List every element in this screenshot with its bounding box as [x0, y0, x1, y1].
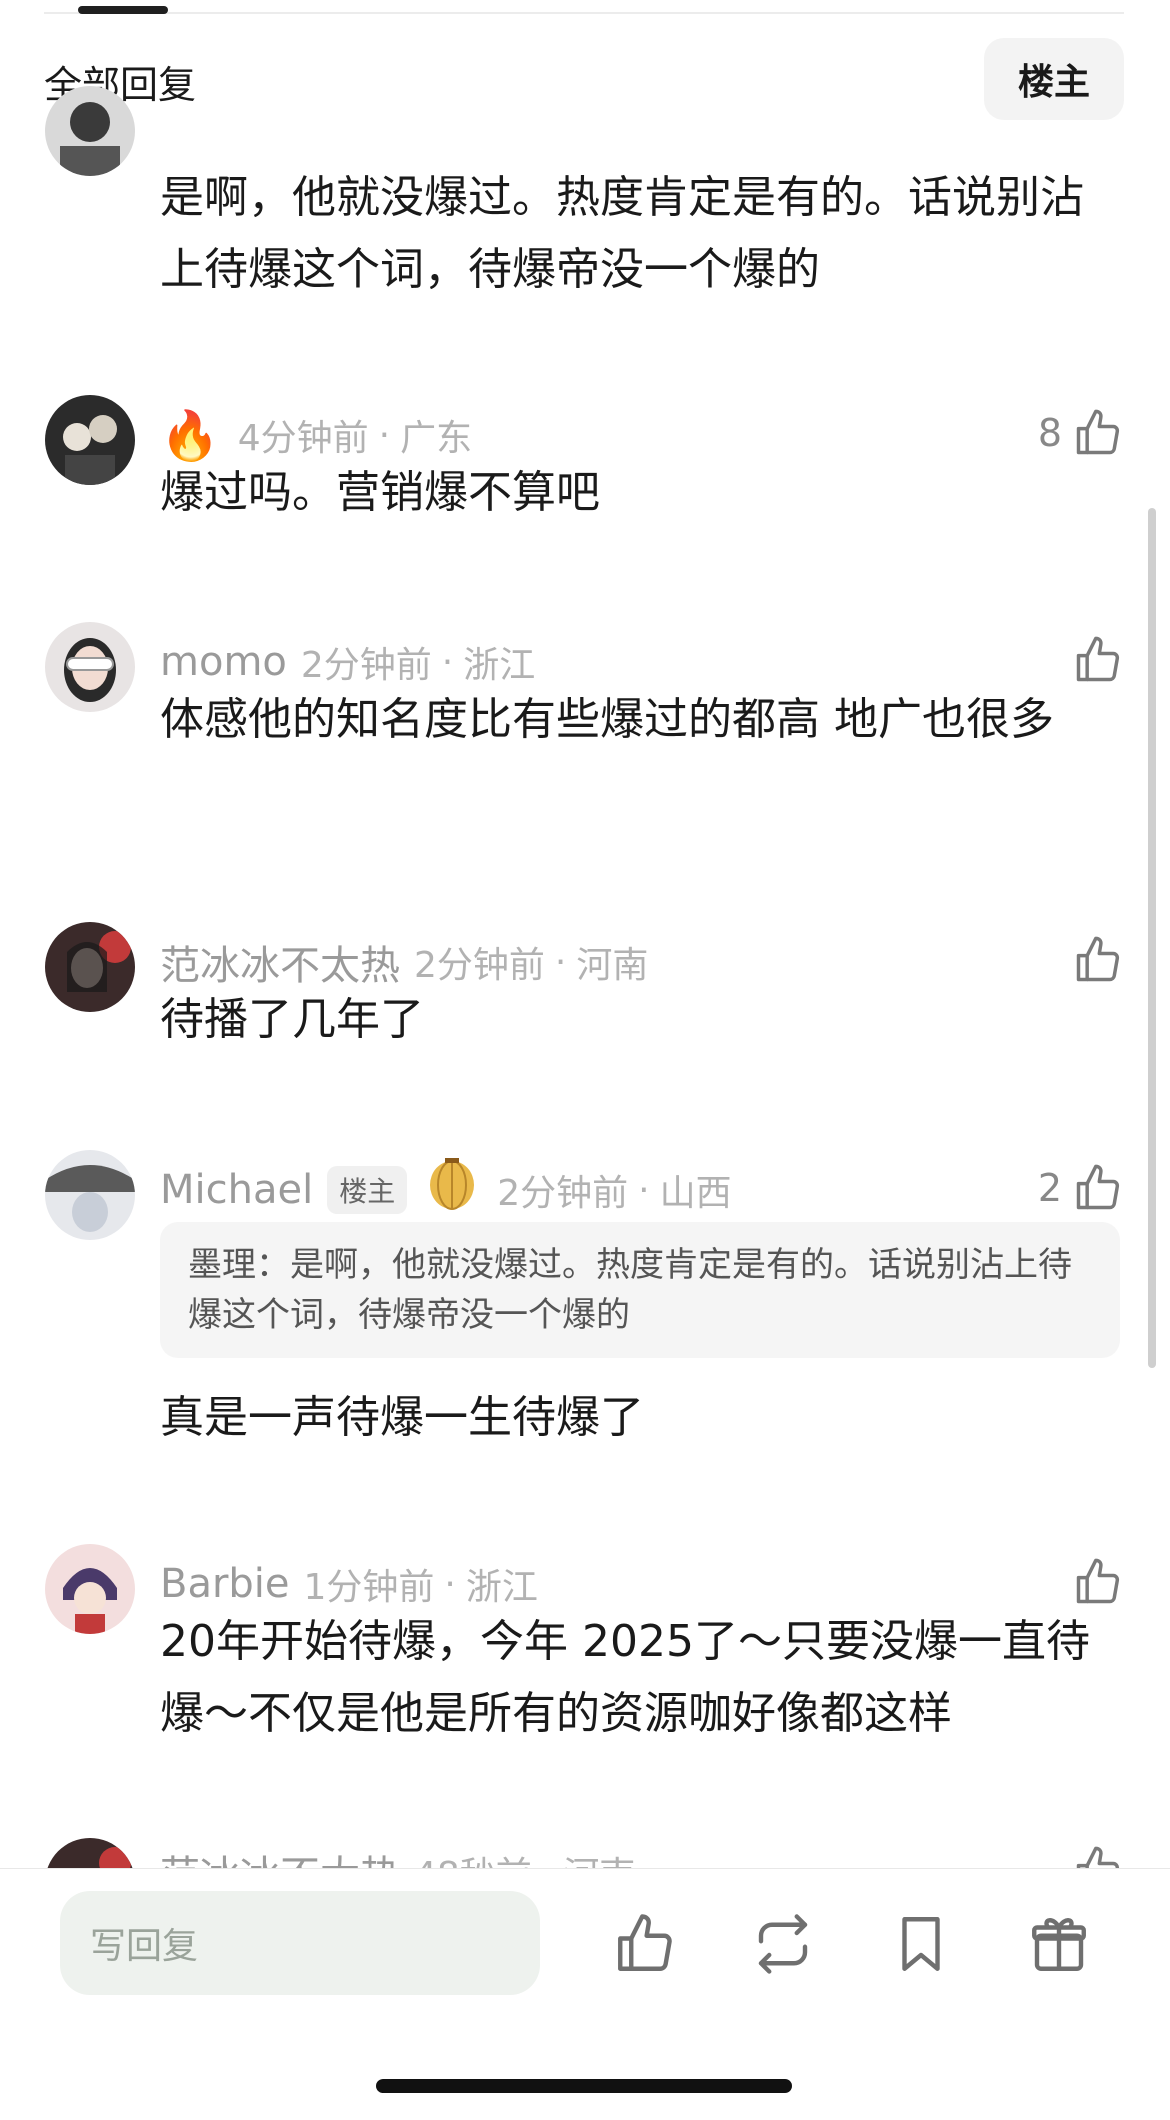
comment-item: Barbie 1分钟前 · 浙江 20年开始待爆，今年 2025了～只要没爆一直… — [0, 1544, 1170, 1784]
comment-username[interactable]: 范冰冰不太热 — [160, 933, 400, 991]
comment-item: momo 2分钟前 · 浙江 体感他的知名度比有些爆过的都高 地广也很多 — [0, 622, 1170, 852]
comment-username[interactable]: Michael — [160, 1167, 313, 1213]
comment-item: 范冰冰不太热 48秒前 · 河南 — [0, 1830, 1170, 1870]
comment-page: 全部回复 楼主 是啊，他就没爆过。热度肯定是有的。话说别沾上待爆这个词，待爆帝没… — [0, 0, 1170, 2120]
comment-location: 河南 — [563, 1846, 635, 1870]
comment-text: 是啊，他就没爆过。热度肯定是有的。话说别沾上待爆这个词，待爆帝没一个爆的 — [160, 172, 1084, 295]
comment-username[interactable]: Barbie — [160, 1561, 290, 1607]
comment-item: Michael 楼主 2分钟前 · 山西 2 墨理：是啊，他就没爆过。热度肯定是… — [0, 1150, 1170, 1480]
like-button[interactable] — [1072, 934, 1124, 986]
comment-text: 真是一声待爆一生待爆了 — [160, 1392, 644, 1443]
comment-location: 广东 — [400, 418, 473, 459]
op-only-filter-button[interactable]: 楼主 — [984, 38, 1124, 120]
meta-separator: · — [444, 1563, 456, 1605]
comment-meta: Michael 楼主 2分钟前 · 山西 — [160, 1158, 732, 1218]
meta-separator: · — [378, 414, 391, 456]
meta-separator: · — [441, 641, 454, 683]
comment-item: 🔥 4分钟前 · 广东 8 爆过吗。营销爆不算吧 — [0, 395, 1170, 555]
comment-location: 山西 — [659, 1173, 732, 1214]
comment-time: 2分钟前 — [300, 645, 432, 686]
like-button[interactable]: 8 — [1038, 407, 1124, 459]
comment-location: 河南 — [576, 945, 649, 986]
reply-input[interactable]: 写回复 — [60, 1891, 540, 1995]
comment-meta: 范冰冰不太热 48秒前 · 河南 — [160, 1843, 635, 1871]
avatar[interactable] — [45, 1150, 135, 1240]
repost-icon[interactable] — [750, 1911, 816, 1977]
meta-separator: · — [638, 1169, 650, 1211]
avatar[interactable] — [45, 1544, 135, 1634]
comment-location: 浙江 — [465, 1567, 538, 1608]
comment-meta: Barbie 1分钟前 · 浙江 — [160, 1556, 538, 1612]
home-indicator — [376, 2079, 792, 2093]
gift-icon[interactable] — [1026, 1911, 1092, 1977]
comment-text: 体感他的知名度比有些爆过的都高 地广也很多 — [160, 694, 1054, 745]
avatar[interactable] — [45, 922, 135, 1012]
like-button[interactable] — [1072, 1556, 1124, 1608]
avatar[interactable] — [45, 1838, 135, 1870]
lantern-badge-icon — [425, 1157, 479, 1223]
scrollbar[interactable] — [1148, 508, 1156, 1368]
replies-header: 全部回复 楼主 — [0, 30, 1170, 130]
comment-time: 2分钟前 — [497, 1173, 629, 1214]
thumbs-up-icon[interactable] — [612, 1911, 678, 1977]
like-count: 8 — [1037, 411, 1062, 455]
bottom-action-bar: 写回复 — [0, 1868, 1170, 2120]
like-button[interactable] — [1072, 634, 1124, 686]
thumbs-up-icon — [1072, 1162, 1124, 1214]
comment-meta: 🔥 4分钟前 · 广东 — [160, 407, 473, 464]
meta-separator: · — [554, 941, 567, 983]
avatar[interactable] — [45, 86, 135, 176]
comment-text: 20年开始待爆，今年 2025了～只要没爆一直待爆～不仅是他是所有的资源咖好像都… — [160, 1616, 1090, 1739]
comment-meta: momo 2分钟前 · 浙江 — [160, 634, 535, 690]
fire-badge-icon: 🔥 — [160, 407, 220, 464]
like-count: 2 — [1037, 1166, 1062, 1210]
bookmark-icon[interactable] — [888, 1911, 954, 1977]
top-divider — [44, 12, 1124, 14]
avatar[interactable] — [45, 395, 135, 485]
thumbs-up-icon — [1072, 1844, 1124, 1870]
quoted-reply[interactable]: 墨理：是啊，他就没爆过。热度肯定是有的。话说别沾上待爆这个词，待爆帝没一个爆的 — [160, 1222, 1120, 1358]
thumbs-up-icon — [1072, 934, 1124, 986]
comment-username[interactable]: 范冰冰不太热 — [160, 1843, 400, 1870]
comment-location: 浙江 — [463, 645, 536, 686]
thumbs-up-icon — [1072, 407, 1124, 459]
comment-text: 爆过吗。营销爆不算吧 — [160, 467, 600, 518]
comment-item: 范冰冰不太热 2分钟前 · 河南 待播了几年了 — [0, 922, 1170, 1072]
comment-time: 4分钟前 — [237, 418, 369, 459]
comment-time: 1分钟前 — [303, 1567, 435, 1608]
avatar[interactable] — [45, 622, 135, 712]
like-button[interactable] — [1072, 1844, 1124, 1870]
comment-text: 待播了几年了 — [160, 994, 424, 1045]
thumbs-up-icon — [1072, 634, 1124, 686]
comment-username[interactable]: momo — [160, 639, 287, 685]
like-button[interactable]: 2 — [1038, 1162, 1124, 1214]
thumbs-up-icon — [1072, 1556, 1124, 1608]
tab-indicator — [78, 6, 168, 14]
comment-item: 是啊，他就没爆过。热度肯定是有的。话说别沾上待爆这个词，待爆帝没一个爆的 — [0, 86, 1170, 330]
comment-time: 48秒前 — [414, 1846, 532, 1870]
op-badge: 楼主 — [327, 1166, 408, 1214]
comment-time: 2分钟前 — [414, 945, 545, 986]
comment-meta: 范冰冰不太热 2分钟前 · 河南 — [160, 934, 648, 990]
